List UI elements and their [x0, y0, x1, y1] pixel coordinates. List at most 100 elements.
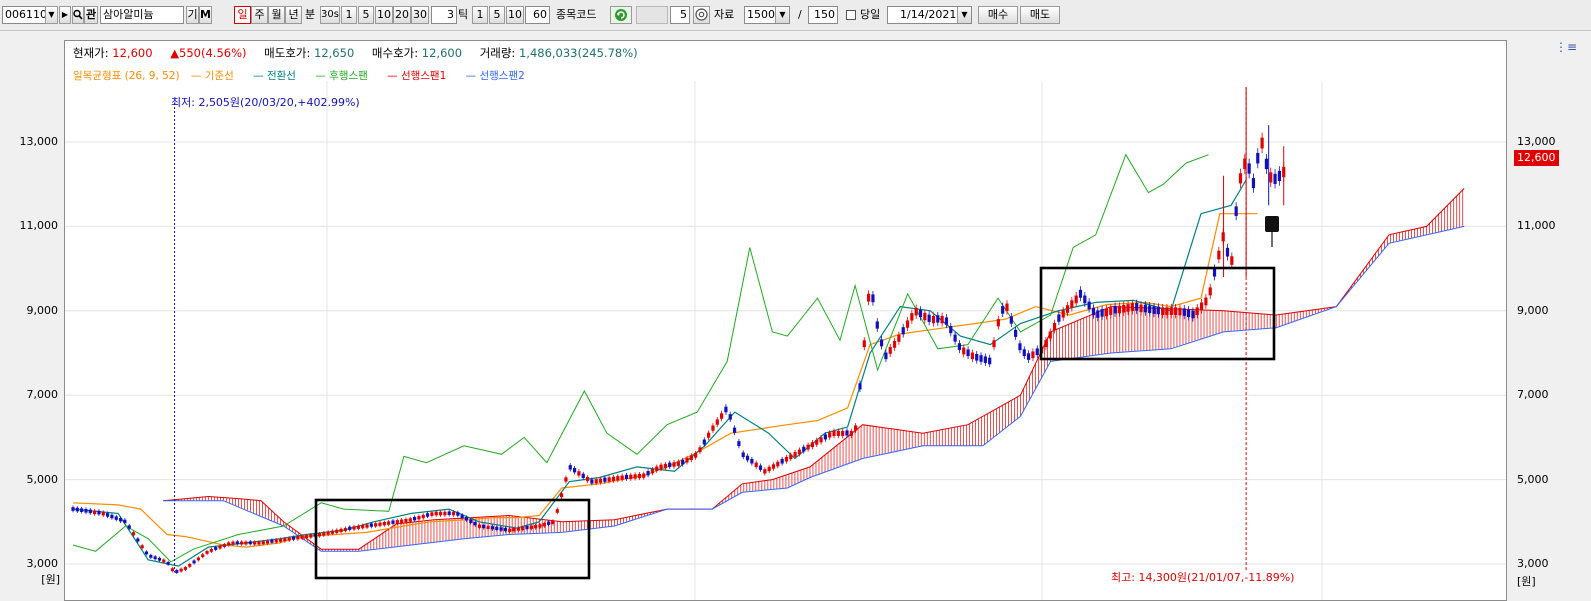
- tab-5min[interactable]: 5: [358, 6, 374, 24]
- candlestick: [261, 541, 265, 545]
- candlestick: [1104, 308, 1109, 317]
- tab-weekly[interactable]: 주: [251, 6, 268, 24]
- candlestick: [1070, 300, 1074, 309]
- tab-1min[interactable]: 1: [341, 6, 357, 24]
- candlestick: [927, 314, 931, 322]
- search-icon[interactable]: [72, 6, 84, 24]
- candlestick: [1269, 172, 1273, 183]
- candlestick: [737, 441, 741, 447]
- y-tick-7000-right: 7,000: [1517, 388, 1549, 401]
- tick-10-button[interactable]: 10: [506, 6, 524, 24]
- candlestick: [551, 520, 555, 524]
- ichimoku-chart-svg[interactable]: [65, 41, 1506, 600]
- settings-gear-icon[interactable]: [693, 6, 710, 24]
- count-input[interactable]: 5: [670, 6, 690, 24]
- tab-yearly[interactable]: 년: [285, 6, 302, 24]
- candlestick: [879, 339, 884, 347]
- candlestick: [382, 521, 386, 526]
- tick-5-button[interactable]: 5: [489, 6, 505, 24]
- candlestick: [503, 527, 507, 532]
- candlestick: [862, 340, 866, 348]
- candlestick: [1247, 163, 1251, 174]
- stock-code-value: 006110: [5, 8, 47, 21]
- lowest-price-annotation: 최저: 2,505원(20/03/20,+402.99%): [171, 96, 360, 109]
- tab-30s[interactable]: 30s: [320, 6, 340, 24]
- candlestick: [698, 447, 702, 453]
- y-tick-13000: 13,000: [19, 135, 59, 148]
- candlestick: [486, 525, 490, 530]
- blank-field[interactable]: [636, 6, 668, 24]
- candlestick: [1230, 256, 1234, 265]
- candlestick: [283, 538, 287, 542]
- tab-30min[interactable]: 30: [411, 6, 429, 24]
- candlestick: [771, 464, 776, 469]
- stock-code-dropdown-button[interactable]: ▼: [45, 6, 58, 24]
- candlestick: [296, 536, 300, 540]
- candlestick: [1018, 343, 1022, 351]
- date-value: 1/14/2021: [900, 8, 957, 21]
- page-size-input[interactable]: 150: [808, 6, 838, 24]
- candlestick: [447, 511, 451, 515]
- candlestick: [417, 516, 421, 520]
- candlestick: [473, 522, 477, 526]
- tick-count-input[interactable]: 3: [431, 6, 457, 24]
- watchlist-button[interactable]: 관: [84, 6, 98, 24]
- candlestick: [80, 508, 84, 512]
- candlestick: [304, 535, 309, 539]
- candlestick: [240, 541, 244, 545]
- candlestick: [810, 442, 815, 448]
- candlestick: [538, 524, 542, 528]
- date-picker[interactable]: 1/14/2021 ▼: [887, 6, 972, 24]
- candlestick: [867, 293, 871, 302]
- candlestick: [637, 473, 642, 479]
- candlestick: [970, 352, 974, 360]
- candlestick: [1109, 307, 1113, 315]
- candlestick: [395, 520, 399, 524]
- candlestick: [577, 471, 581, 476]
- tab-20min[interactable]: 20: [393, 6, 411, 24]
- tab-daily[interactable]: 일: [234, 6, 251, 24]
- panel-menu-icon[interactable]: ⋮≡: [1555, 40, 1577, 54]
- candlestick: [365, 524, 369, 528]
- refresh-icon[interactable]: [610, 6, 632, 24]
- data-count-select[interactable]: 1500 ▼: [744, 6, 790, 24]
- sell-button[interactable]: 매도: [1020, 6, 1060, 24]
- next-stock-button[interactable]: ▶: [59, 6, 71, 24]
- buy-button[interactable]: 매수: [978, 6, 1018, 24]
- legend-item-chikou: — 후행스팬: [315, 70, 368, 82]
- candlestick: [655, 466, 659, 471]
- candlestick: [521, 526, 525, 531]
- candlestick: [1143, 304, 1147, 313]
- chevron-down-icon: ▼: [775, 7, 789, 23]
- candlestick: [763, 469, 767, 474]
- candlestick: [931, 315, 936, 324]
- tab-10min[interactable]: 10: [375, 6, 393, 24]
- today-checkbox[interactable]: [846, 10, 856, 20]
- candlestick: [287, 537, 291, 541]
- candlestick: [802, 446, 806, 452]
- company-info-button[interactable]: 기: [186, 6, 199, 24]
- today-label: 당일: [860, 8, 881, 21]
- candlestick: [892, 340, 897, 348]
- candlestick: [201, 554, 205, 558]
- stock-name-field[interactable]: 삼아알미늄: [100, 6, 184, 24]
- data-count-value: 1500: [747, 8, 775, 21]
- candlestick: [676, 461, 680, 466]
- candlestick: [897, 334, 901, 342]
- m-button[interactable]: M: [199, 6, 212, 24]
- candlestick: [767, 466, 771, 472]
- candlestick: [131, 532, 136, 536]
- candlestick: [841, 430, 845, 436]
- candlestick: [901, 327, 905, 335]
- tab-monthly[interactable]: 월: [268, 6, 285, 24]
- candlestick: [179, 568, 183, 572]
- y-tick-11000-right: 11,000: [1517, 219, 1556, 232]
- y-tick-5000-right: 5,000: [1517, 473, 1549, 486]
- candlestick: [248, 541, 252, 545]
- candlestick: [983, 356, 987, 363]
- tick-1-button[interactable]: 1: [472, 6, 488, 24]
- ichimoku-chart-panel[interactable]: 현재가: 12,600 ▲550(4.56%) 매도호가: 12,650 매수호…: [64, 40, 1507, 601]
- candlestick: [957, 343, 962, 351]
- minute-input[interactable]: 60: [525, 6, 550, 24]
- candlestick: [585, 476, 590, 482]
